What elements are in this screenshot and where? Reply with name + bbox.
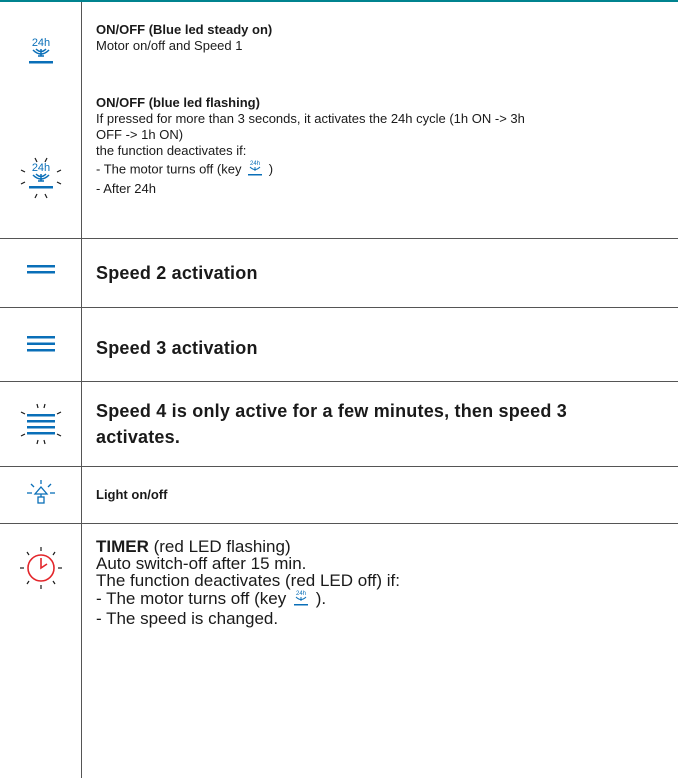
svg-text:24h: 24h <box>296 591 306 597</box>
row-divider <box>0 238 678 239</box>
fan-24h-key-icon: 24h <box>291 589 311 610</box>
onoff-flashing-line5: - After 24h <box>96 181 156 196</box>
row-speed3: Speed 3 activation <box>96 335 668 361</box>
fan-24h-icon: 24h <box>0 36 81 66</box>
timer-line2: The function deactivates (red LED off) i… <box>96 571 400 590</box>
timer-clock-icon <box>0 546 81 590</box>
row-speed2: Speed 2 activation <box>96 260 668 286</box>
svg-text:24h: 24h <box>31 37 49 49</box>
light-text: Light on/off <box>96 487 168 502</box>
row-light: Light on/off <box>96 487 668 503</box>
onoff-flashing-line4: - The motor turns off (key 24h ) <box>96 159 668 181</box>
fan-24h-key-icon: 24h <box>245 159 265 181</box>
onoff-flashing-line4-text: - The motor turns off (key <box>96 161 242 177</box>
speed3-text: Speed 3 activation <box>96 338 258 358</box>
speed2-text: Speed 2 activation <box>96 263 258 283</box>
row-speed4: Speed 4 is only active for a few minutes… <box>96 398 668 450</box>
timer-title: TIMER (red LED flashing) <box>96 538 668 555</box>
svg-text:24h: 24h <box>250 161 260 167</box>
row-timer: TIMER (red LED flashing) Auto switch-off… <box>96 538 668 627</box>
row-divider <box>0 381 678 382</box>
onoff-flashing-line3: the function deactivates if: <box>96 143 247 158</box>
speed-3-bars-icon <box>0 335 81 353</box>
onoff-flashing-line2: OFF -> 1h ON) <box>96 127 184 142</box>
timer-line3-close: ). <box>315 588 327 608</box>
column-divider <box>81 2 82 778</box>
row-divider <box>0 307 678 308</box>
svg-text:24h: 24h <box>31 162 49 174</box>
speed-2-bars-icon <box>0 264 81 276</box>
light-bulb-icon <box>0 479 81 509</box>
speed4-line1: Speed 4 is only active for a few minutes… <box>96 401 567 421</box>
row-onoff-steady: ON/OFF (Blue led steady on) Motor on/off… <box>96 22 668 54</box>
row-divider <box>0 523 678 524</box>
timer-line3-text: - The motor turns off (key <box>96 588 287 608</box>
speed4-line2: activates. <box>96 427 181 447</box>
row-onoff-flashing: ON/OFF (blue led flashing) If pressed fo… <box>96 95 668 197</box>
row-divider <box>0 466 678 467</box>
timer-line1: Auto switch-off after 15 min. <box>96 554 307 573</box>
onoff-flashing-line1: If pressed for more than 3 seconds, it a… <box>96 111 525 126</box>
onoff-flashing-title: ON/OFF (blue led flashing) <box>96 95 260 110</box>
top-accent-line <box>0 0 678 2</box>
timer-line3: - The motor turns off (key 24h ). <box>96 589 668 610</box>
timer-line4: - The speed is changed. <box>96 609 279 628</box>
onoff-steady-text: Motor on/off and Speed 1 <box>96 38 243 53</box>
speed-4-flashing-icon <box>0 402 81 446</box>
onoff-flashing-line4-close: ) <box>268 161 274 177</box>
onoff-steady-title: ON/OFF (Blue led steady on) <box>96 22 273 37</box>
fan-24h-flashing-icon: 24h <box>0 156 81 200</box>
